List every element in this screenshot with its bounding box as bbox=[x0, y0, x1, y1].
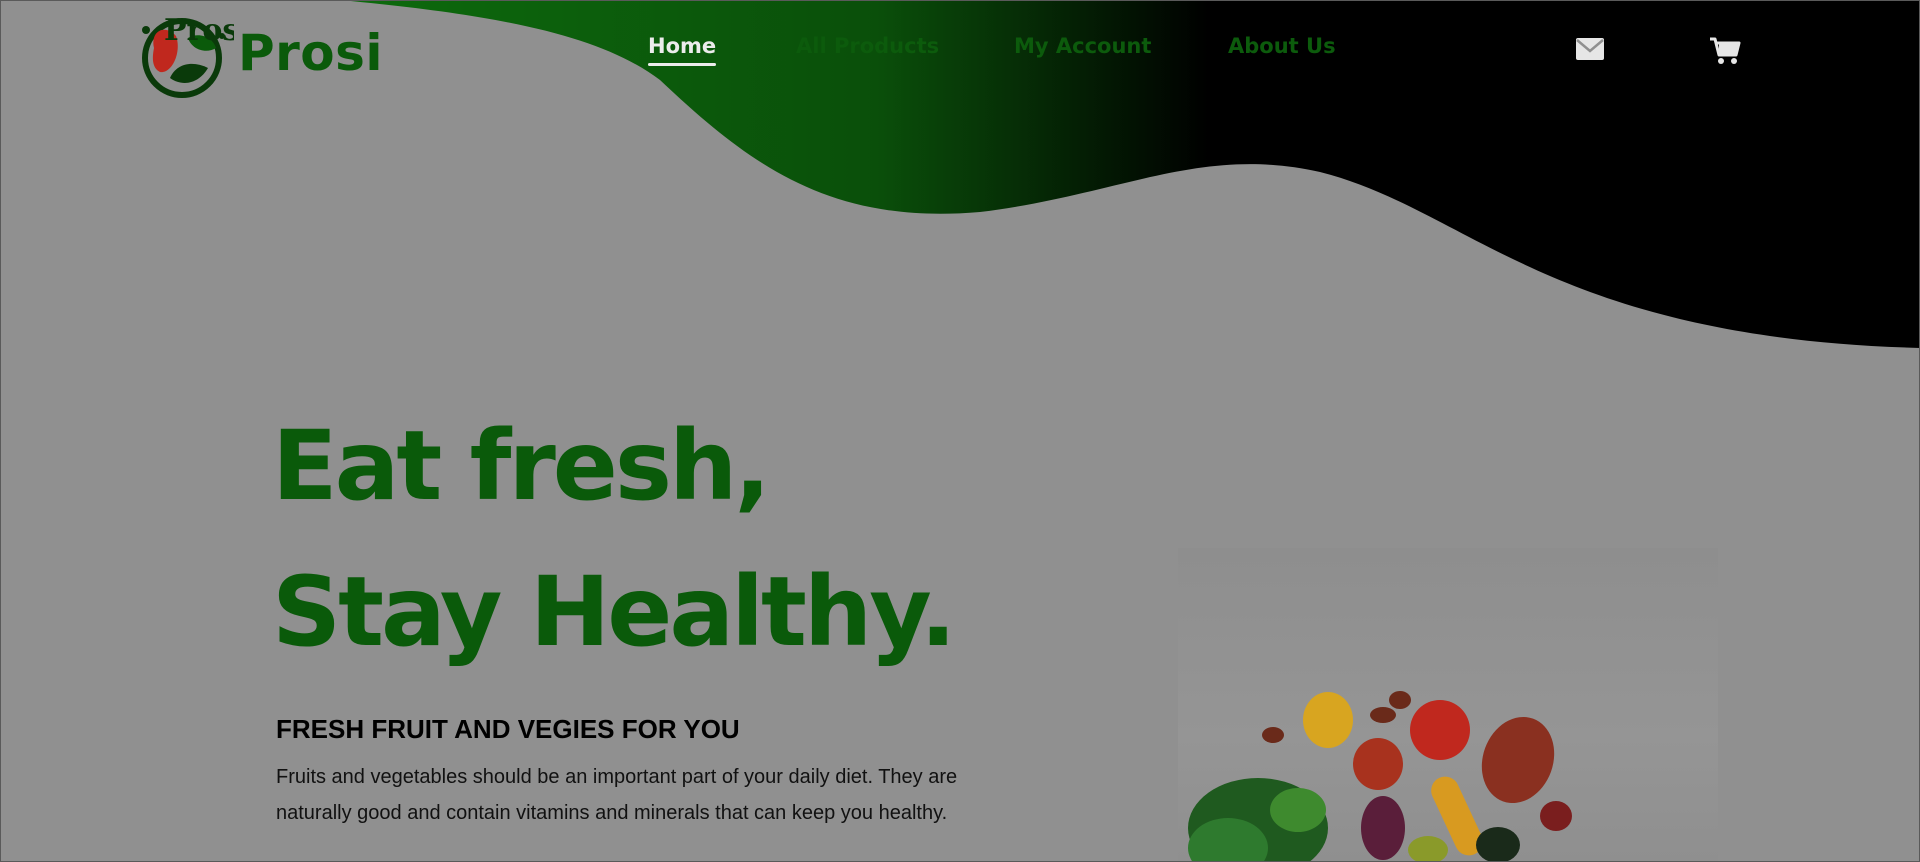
hero-line-2: Stay Healthy. bbox=[272, 556, 956, 668]
nav-my-account[interactable]: My Account bbox=[1014, 34, 1151, 58]
mail-button[interactable] bbox=[1574, 36, 1606, 62]
hero-heading: Eat fresh, Stay Healthy. bbox=[272, 410, 956, 668]
hero-description: Fruits and vegetables should be an impor… bbox=[276, 766, 958, 824]
hero-subheading: FRESH FRUIT AND VEGIES FOR YOU bbox=[276, 714, 740, 744]
hero-line-1: Eat fresh, bbox=[272, 410, 771, 522]
cart-button[interactable] bbox=[1708, 36, 1742, 66]
brand-logo[interactable]: Prosi Prosi bbox=[130, 8, 383, 98]
prosi-emblem-icon: Prosi bbox=[142, 13, 234, 98]
nav-about-us[interactable]: About Us bbox=[1228, 34, 1336, 58]
emblem-lettering: Prosi bbox=[164, 13, 234, 48]
produce-image bbox=[1178, 548, 1718, 862]
envelope-icon bbox=[1576, 38, 1604, 60]
nav-all-products[interactable]: All Products bbox=[796, 34, 939, 58]
brand-name: Prosi bbox=[238, 24, 384, 82]
fruit-vegetable-illustration bbox=[1188, 691, 1572, 862]
nav-home[interactable]: Home bbox=[648, 34, 717, 66]
shopping-cart-icon bbox=[1710, 37, 1741, 64]
